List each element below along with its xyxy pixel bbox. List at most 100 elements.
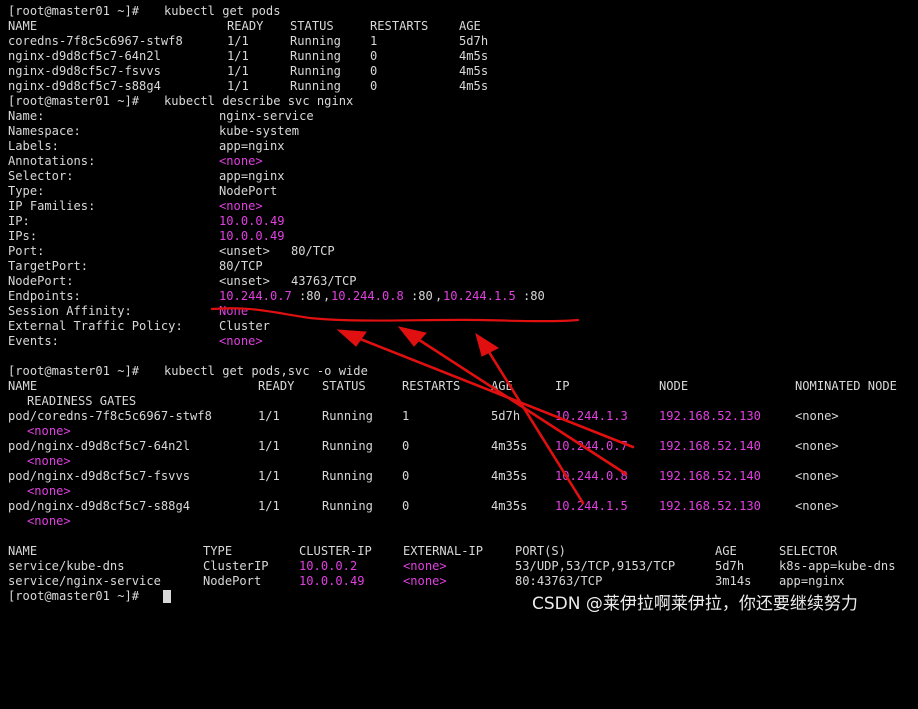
describe-field: IPs: 10.0.0.49 xyxy=(0,229,918,244)
svc-external-ip: <none> xyxy=(403,559,447,573)
pod-node: 192.168.52.130 xyxy=(659,409,761,423)
pod-name: pod/nginx-d9d8cf5c7-s88g4 xyxy=(8,499,191,513)
field-key: Session Affinity: xyxy=(8,304,132,318)
table-row-wrap: <none> xyxy=(0,514,918,529)
pod-readiness-gates: <none> xyxy=(27,514,71,528)
table-header: NAME TYPE CLUSTER-IP EXTERNAL-IP PORT(S)… xyxy=(0,544,918,559)
pod-ip: 10.244.0.7 xyxy=(555,439,628,453)
terminal-window[interactable]: [root@master01 ~]# kubectl get pods NAME… xyxy=(0,0,918,620)
command-line: [root@master01 ~]# kubectl get pods xyxy=(0,4,918,19)
pod-restarts: 0 xyxy=(370,64,378,78)
table-row: pod/nginx-d9d8cf5c7-64n2l 1/1 Running 0 … xyxy=(0,439,918,454)
shell-prompt: [root@master01 ~]# xyxy=(8,4,147,18)
pod-node: 192.168.52.140 xyxy=(659,439,761,453)
describe-field: IP Families: <none> xyxy=(0,199,918,214)
svc-ports: 80:43763/TCP xyxy=(515,574,603,588)
table-row: coredns-7f8c5c6967-stwf8 1/1 Running 1 5… xyxy=(0,34,918,49)
field-key: IP: xyxy=(8,214,30,228)
shell-prompt: [root@master01 ~]# xyxy=(8,589,147,603)
table-row: nginx-d9d8cf5c7-64n2l 1/1 Running 0 4m5s xyxy=(0,49,918,64)
table-row-wrap: <none> xyxy=(0,424,918,439)
table-row: nginx-d9d8cf5c7-fsvvs 1/1 Running 0 4m5s xyxy=(0,64,918,79)
pod-name: nginx-d9d8cf5c7-64n2l xyxy=(8,49,161,63)
svc-type: ClusterIP xyxy=(203,559,269,573)
describe-field: Labels: app=nginx xyxy=(0,139,918,154)
pod-name: pod/nginx-d9d8cf5c7-fsvvs xyxy=(8,469,191,483)
table-row: service/nginx-service NodePort 10.0.0.49… xyxy=(0,574,918,589)
pod-ready: 1/1 xyxy=(227,79,249,93)
field-key: Events: xyxy=(8,334,59,348)
pod-nominated-node: <none> xyxy=(795,469,839,483)
field-value: <none> xyxy=(219,154,263,168)
pod-status: Running xyxy=(290,49,341,63)
pod-node: 192.168.52.140 xyxy=(659,469,761,483)
svc-ports: 53/UDP,53/TCP,9153/TCP xyxy=(515,559,676,573)
field-key: IPs: xyxy=(8,229,38,243)
command-text: kubectl get pods xyxy=(164,4,281,18)
column-header: NAME xyxy=(8,544,38,558)
pod-age: 5d7h xyxy=(491,409,521,423)
pod-restarts: 0 xyxy=(402,469,410,483)
pod-status: Running xyxy=(290,79,341,93)
endpoint-separator: , xyxy=(435,289,443,303)
column-header: PORT(S) xyxy=(515,544,566,558)
field-key: IP Families: xyxy=(8,199,96,213)
column-header: NAME xyxy=(8,379,38,393)
column-header: STATUS xyxy=(290,19,334,33)
pod-status: Running xyxy=(322,469,373,483)
table-header: NAME READY STATUS RESTARTS AGE xyxy=(0,19,918,34)
column-header: AGE xyxy=(459,19,481,33)
endpoint-port: :80 xyxy=(523,289,545,303)
field-key: Annotations: xyxy=(8,154,96,168)
pod-ready: 1/1 xyxy=(258,499,280,513)
field-key: Selector: xyxy=(8,169,74,183)
field-value: None xyxy=(219,304,249,318)
describe-field: Name: nginx-service xyxy=(0,109,918,124)
describe-field: Endpoints: 10.244.0.7 :80 , 10.244.0.8 :… xyxy=(0,289,918,304)
pod-nominated-node: <none> xyxy=(795,439,839,453)
field-value: 10.0.0.49 xyxy=(219,229,285,243)
endpoint-ip: 10.244.1.5 xyxy=(443,289,516,303)
pod-age: 4m5s xyxy=(459,64,489,78)
table-header-wrap: READINESS GATES xyxy=(0,394,918,409)
field-key: TargetPort: xyxy=(8,259,89,273)
pod-readiness-gates: <none> xyxy=(27,424,71,438)
field-key: Labels: xyxy=(8,139,59,153)
column-header: TYPE xyxy=(203,544,233,558)
pod-status: Running xyxy=(322,439,373,453)
pod-status: Running xyxy=(322,499,373,513)
pod-name: nginx-d9d8cf5c7-fsvvs xyxy=(8,64,161,78)
pod-name: nginx-d9d8cf5c7-s88g4 xyxy=(8,79,161,93)
describe-field: External Traffic Policy: Cluster xyxy=(0,319,918,334)
column-header: READY xyxy=(258,379,295,393)
endpoint-ip: 10.244.0.8 xyxy=(331,289,404,303)
field-value: app=nginx xyxy=(219,139,285,153)
table-row-wrap: <none> xyxy=(0,454,918,469)
table-row-wrap: <none> xyxy=(0,484,918,499)
pod-ip: 10.244.1.3 xyxy=(555,409,628,423)
svc-cluster-ip: 10.0.0.2 xyxy=(299,559,358,573)
column-header: CLUSTER-IP xyxy=(299,544,372,558)
describe-field: Session Affinity: None xyxy=(0,304,918,319)
table-header: NAME READY STATUS RESTARTS AGE IP NODE N… xyxy=(0,379,918,394)
field-value: app=nginx xyxy=(219,169,285,183)
pod-ready: 1/1 xyxy=(258,439,280,453)
shell-prompt: [root@master01 ~]# xyxy=(8,364,147,378)
endpoint-separator: , xyxy=(323,289,331,303)
table-row: service/kube-dns ClusterIP 10.0.0.2 <non… xyxy=(0,559,918,574)
field-value-prefix: <unset> xyxy=(219,244,270,258)
svc-cluster-ip: 10.0.0.49 xyxy=(299,574,365,588)
field-value: kube-system xyxy=(219,124,300,138)
field-value: NodePort xyxy=(219,184,278,198)
field-value: <none> xyxy=(219,334,263,348)
command-line: [root@master01 ~]# kubectl get pods,svc … xyxy=(0,364,918,379)
pod-ready: 1/1 xyxy=(227,64,249,78)
watermark-text: CSDN @莱伊拉啊莱伊拉，你还要继续努力 xyxy=(532,594,858,614)
pod-readiness-gates: <none> xyxy=(27,454,71,468)
pod-nominated-node: <none> xyxy=(795,499,839,513)
pod-restarts: 0 xyxy=(370,79,378,93)
endpoint-port: :80 xyxy=(411,289,433,303)
field-key: Port: xyxy=(8,244,45,258)
pod-status: Running xyxy=(322,409,373,423)
pod-ready: 1/1 xyxy=(227,34,249,48)
